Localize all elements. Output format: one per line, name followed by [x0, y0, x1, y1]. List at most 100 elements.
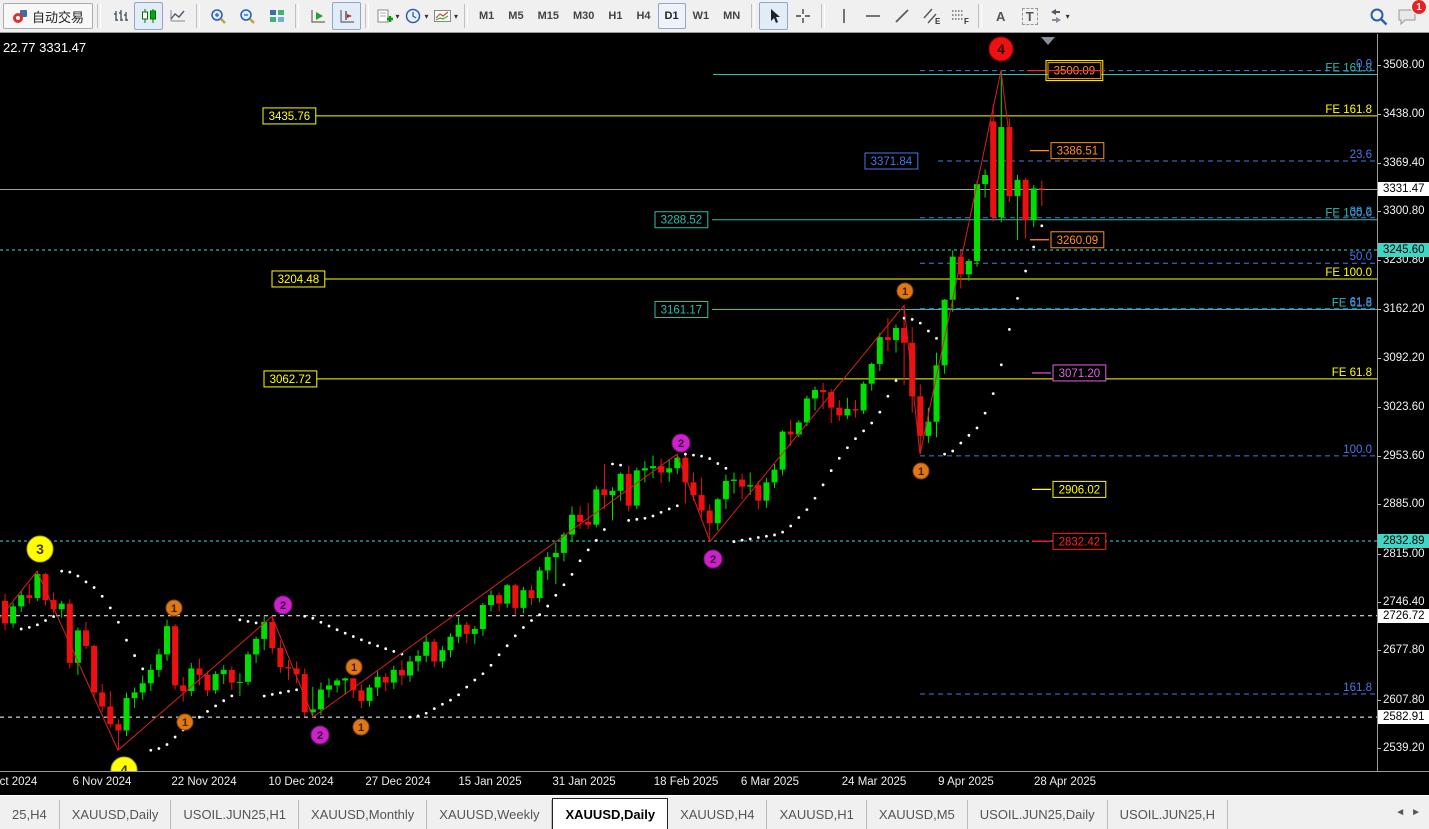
sar-dot: [586, 548, 590, 552]
sar-dot: [740, 538, 744, 542]
bar-chart-button[interactable]: [105, 2, 134, 30]
timeframe-button-w1[interactable]: W1: [686, 3, 717, 29]
tab-scroll-right-button[interactable]: ►: [1411, 807, 1421, 818]
chart-plot-area[interactable]: 3435.76 3288.52 3204.48 3161.17 3062.72 3371.…: [0, 34, 1377, 771]
cursor-tool-button[interactable]: [759, 2, 789, 30]
candle-body: [617, 473, 624, 491]
chart-canvas[interactable]: 3435.76 3288.52 3204.48 3161.17 3062.72 3371.…: [0, 34, 1377, 771]
fib-level-text: FE 161.8: [1325, 104, 1372, 116]
candle-body: [301, 674, 308, 713]
separator: [97, 4, 102, 28]
vertical-line-tool-button[interactable]: [829, 2, 858, 30]
notifications-button[interactable]: 1: [1393, 0, 1427, 30]
candle-body: [763, 482, 770, 501]
trendline-tool-button[interactable]: [887, 2, 916, 30]
zoom-out-button[interactable]: [233, 2, 262, 30]
wave-marker-digit: 2: [280, 600, 286, 612]
chart-tab[interactable]: USOIL.JUN25,Daily: [968, 800, 1108, 829]
timeframe-button-mn[interactable]: MN: [716, 3, 747, 29]
price-label-text: 3435.76: [269, 111, 311, 123]
candle-body: [326, 685, 332, 690]
sar-dot: [603, 528, 606, 531]
periods-button[interactable]: ▾: [402, 2, 431, 30]
candle-body: [366, 687, 373, 701]
chart-tab[interactable]: USOIL.JUN25,H: [1108, 800, 1229, 829]
fibonacci-tool-button[interactable]: F: [945, 2, 974, 30]
chart-tab[interactable]: XAUUSD,H4: [668, 800, 768, 829]
sar-dot: [262, 694, 266, 698]
candle-body: [115, 724, 122, 731]
separator: [978, 4, 983, 28]
zoom-in-button[interactable]: [204, 2, 233, 30]
timeframe-button-m1[interactable]: M1: [472, 3, 501, 29]
price-axis[interactable]: 3508.00 3438.00 3369.40 3300.80 3230.80 3162.…: [1377, 34, 1429, 795]
candle-body: [544, 557, 551, 571]
quote-overlay-text: 22.77 3331.47: [3, 40, 86, 55]
sar-dot: [117, 620, 120, 624]
candle-body: [66, 603, 73, 663]
sar-dot: [846, 446, 849, 450]
sar-dot: [84, 580, 88, 584]
templates-button[interactable]: ▾: [431, 2, 460, 30]
tile-windows-button[interactable]: [262, 2, 291, 30]
chart-tab[interactable]: 25,H4: [0, 800, 60, 829]
text-label-tool-button[interactable]: T: [1015, 2, 1044, 30]
sar-dot: [68, 570, 72, 574]
candle-body: [747, 485, 754, 487]
sar-dot: [578, 559, 582, 563]
equidistant-channel-tool-button[interactable]: E: [916, 2, 945, 30]
auto-trading-button[interactable]: 自动交易: [3, 3, 94, 29]
crosshair-icon: [795, 9, 810, 23]
sar-dot: [351, 635, 355, 638]
date-axis-label: 28 Apr 2025: [1033, 776, 1097, 788]
new-chart-button[interactable]: ▾: [373, 2, 402, 30]
text-tool-button[interactable]: A: [986, 2, 1015, 30]
sar-dot: [335, 628, 339, 632]
chart-tab-active[interactable]: XAUUSD,Daily: [552, 798, 669, 829]
timeframe-button-m30[interactable]: M30: [566, 3, 601, 29]
price-label-text: 3371.84: [871, 156, 913, 168]
timeframe-button-m15[interactable]: M15: [531, 3, 566, 29]
crosshair-tool-button[interactable]: [788, 2, 817, 30]
line-chart-button[interactable]: [163, 2, 192, 30]
candle-body: [334, 680, 341, 686]
chart-tab[interactable]: XAUUSD,Daily: [60, 800, 172, 829]
chart-tab[interactable]: XAUUSD,M5: [867, 800, 968, 829]
tab-scroll-left-button[interactable]: ◄: [1395, 807, 1405, 818]
timeframe-button-h4[interactable]: H4: [629, 3, 657, 29]
date-axis[interactable]: Oct 2024 6 Nov 2024 22 Nov 2024 10 Dec 2024…: [0, 771, 1429, 796]
chart-tab[interactable]: XAUUSD,H1: [767, 800, 867, 829]
timeframe-button-d1[interactable]: D1: [657, 3, 686, 29]
candle-body: [439, 650, 446, 662]
timeframe-button-m5[interactable]: M5: [501, 3, 530, 29]
candle-body: [463, 624, 470, 634]
toolbar-right-group: 1: [1364, 0, 1427, 30]
sar-dot: [1024, 269, 1027, 273]
search-button[interactable]: [1364, 2, 1393, 30]
wave-marker-digit: 2: [710, 554, 716, 566]
candle-body: [884, 337, 891, 340]
sar-dot: [870, 421, 874, 425]
candle-body: [909, 342, 916, 397]
sar-dot: [724, 466, 728, 470]
chart-tab[interactable]: XAUUSD,Weekly: [427, 800, 553, 829]
date-axis-label: 6 Nov 2024: [72, 776, 132, 788]
candle-body: [998, 127, 1005, 218]
arrows-tool-button[interactable]: ▾: [1044, 2, 1073, 30]
sar-dot: [457, 693, 460, 697]
auto-scroll-button[interactable]: [303, 2, 332, 30]
candlestick-chart-button[interactable]: [134, 2, 164, 30]
chart-tab[interactable]: XAUUSD,Monthly: [299, 800, 428, 829]
candle-body: [172, 626, 179, 686]
sar-dot: [505, 644, 509, 648]
chart-shift-button[interactable]: [332, 2, 362, 30]
chart-tab[interactable]: USOIL.JUN25,H1: [171, 800, 299, 829]
price-axis-tick: 2677.80: [1378, 644, 1429, 656]
timeframe-button-h1[interactable]: H1: [601, 3, 629, 29]
horizontal-line-tool-button[interactable]: [858, 2, 887, 30]
sar-dot: [108, 606, 112, 610]
sar-dot: [1016, 296, 1019, 300]
price-axis-tick: 3162.20: [1378, 303, 1429, 315]
date-axis-label: 24 Mar 2025: [841, 776, 907, 788]
dropdown-caret: ▾: [1065, 11, 1070, 21]
